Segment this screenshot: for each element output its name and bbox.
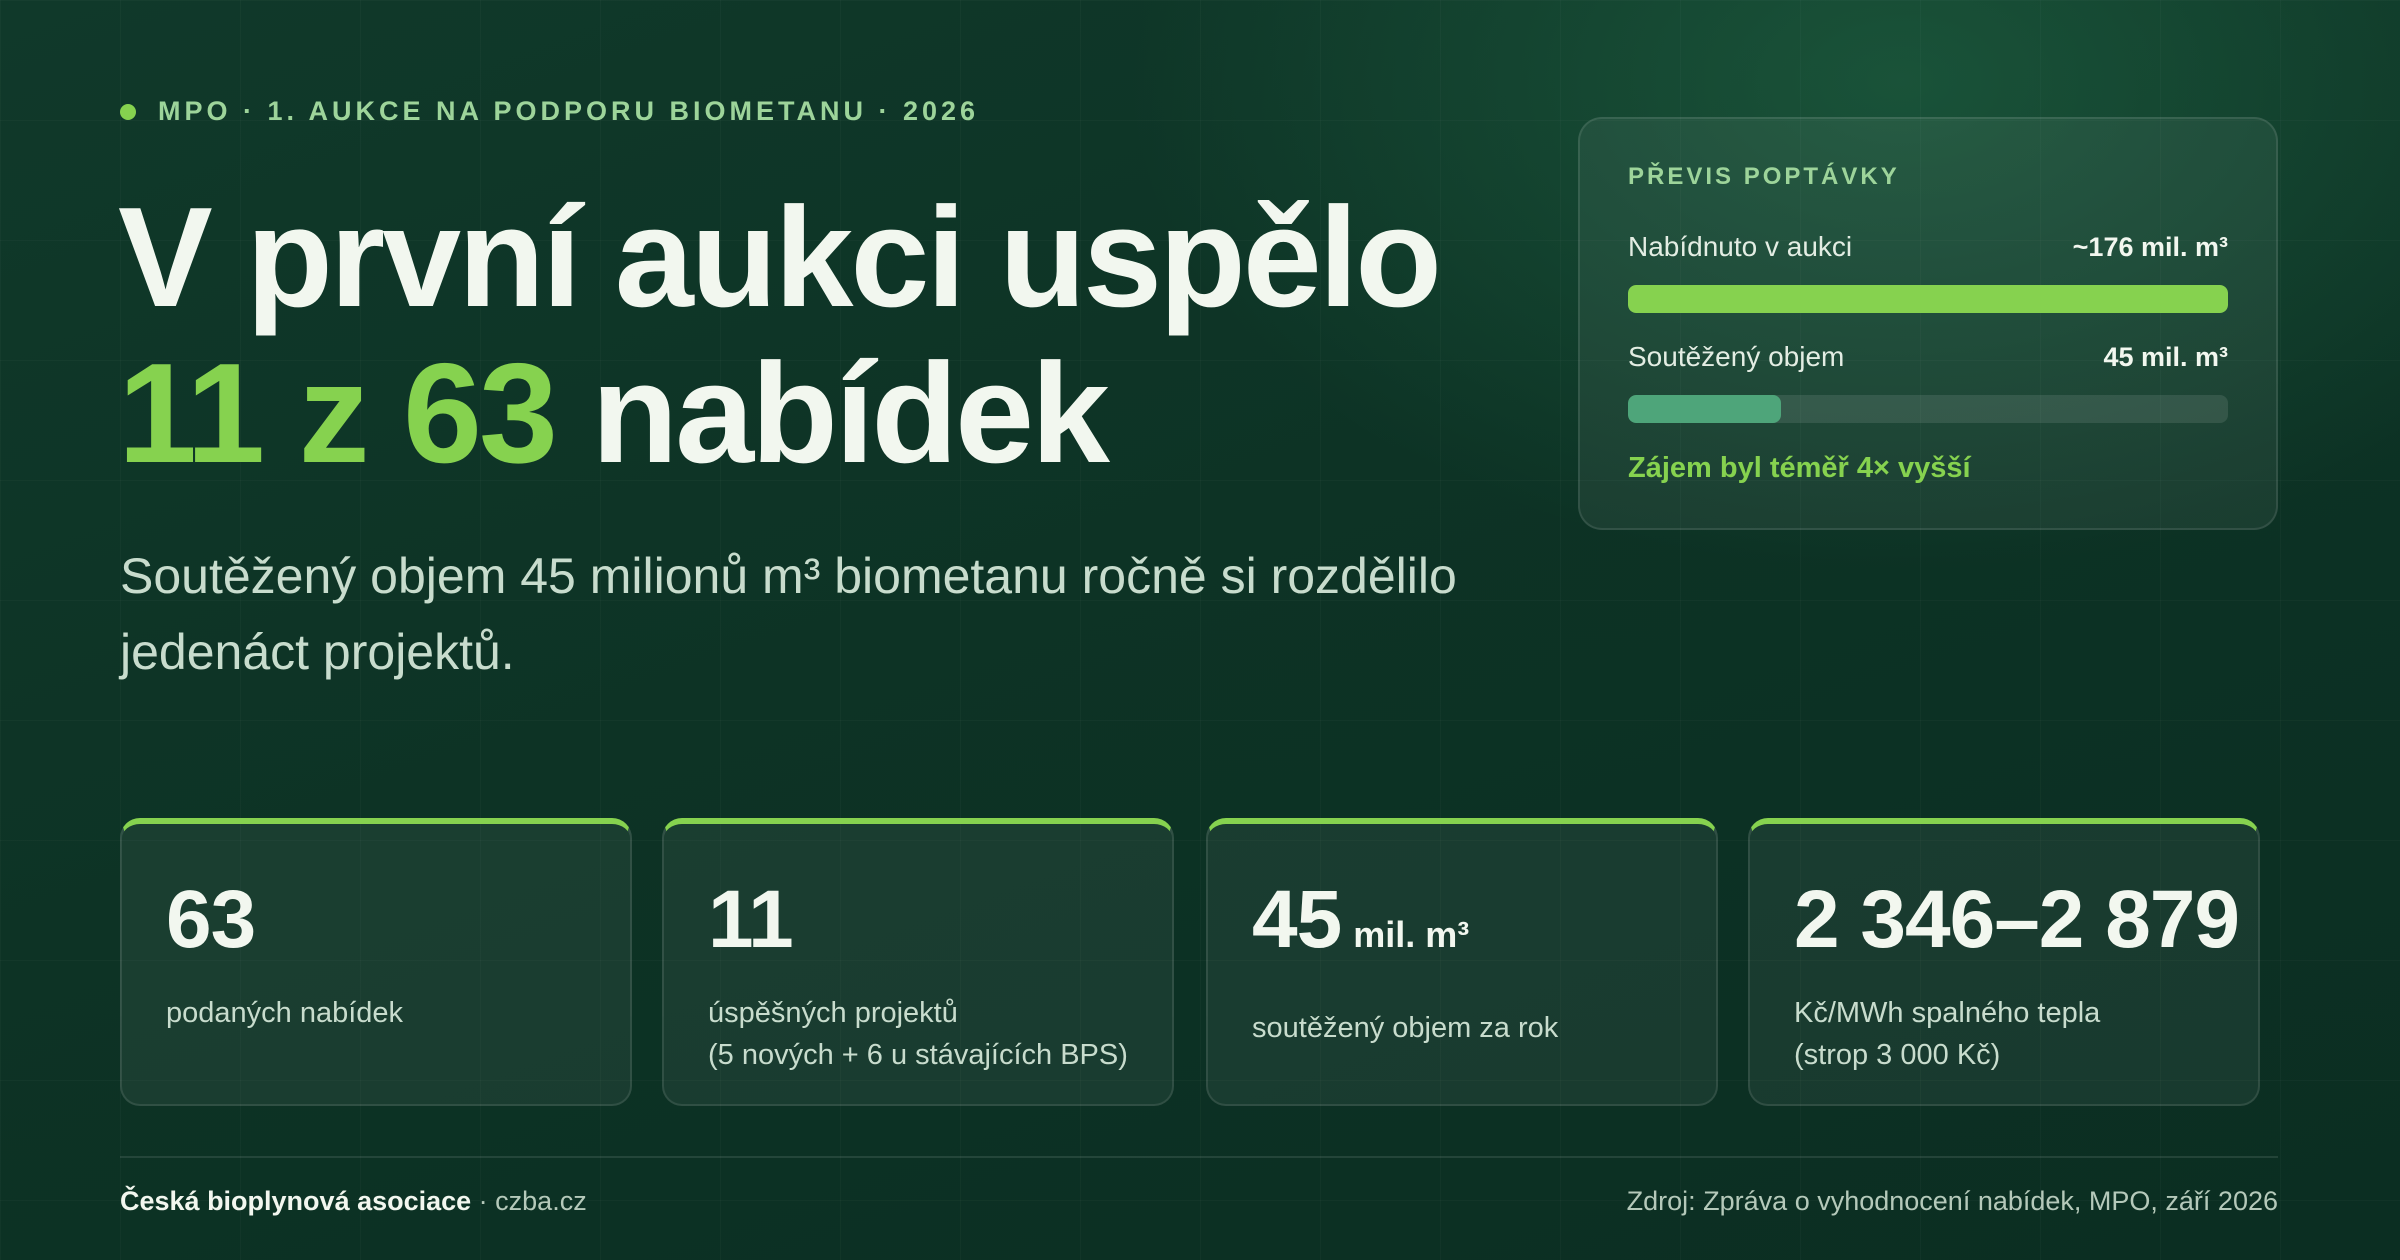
footer-site-link[interactable]: · czba.cz (471, 1186, 587, 1216)
headline-line-1: V první aukci uspělo (118, 178, 1442, 337)
stat-number-value: 63 (166, 874, 256, 965)
stat-description-line-2: (strop 3 000 Kč) (1794, 1039, 2001, 1071)
bar-offered: Nabídnuto v aukci ~176 mil. m³ (1628, 231, 2228, 313)
bar-tendered-head: Soutěžený objem 45 mil. m³ (1628, 341, 2228, 373)
stat-number-value: 11 (708, 874, 794, 965)
bar-offered-fill (1628, 285, 2228, 313)
stat-description: úspěšných projektů (5 nových + 6 u stávaj… (708, 992, 1128, 1076)
headline-accent: 11 z 63 (118, 334, 558, 493)
stat-number: 2 346–2 879 (1794, 874, 2240, 966)
stat-description: soutěžený objem za rok (1252, 1007, 1672, 1049)
stat-description-line-2: (5 nových + 6 u stávajících BPS) (708, 1039, 1128, 1071)
bar-tendered-track (1628, 395, 2228, 423)
headline: V první aukci uspělo 11 z 63 nabídek (118, 178, 1442, 492)
bar-tendered: Soutěžený objem 45 mil. m³ (1628, 341, 2228, 423)
demand-card-title: PŘEVIS POPTÁVKY (1628, 163, 1900, 190)
bar-offered-track (1628, 285, 2228, 313)
demand-card-note: Zájem byl téměř 4× vyšší (1628, 452, 1971, 484)
stat-description-line-1: soutěžený objem za rok (1252, 1012, 1559, 1044)
stat-card-projects: 11 úspěšných projektů (5 nových + 6 u stá… (662, 818, 1174, 1106)
stat-card-volume: 45 mil. m³ soutěžený objem za rok (1206, 818, 1718, 1106)
kicker-text: MPO · 1. AUKCE NA PODPORU BIOMETANU · 20… (158, 96, 980, 126)
footer-credit: Česká bioplynová asociace · czba.cz (120, 1186, 587, 1217)
headline-line-2: 11 z 63 nabídek (118, 336, 1439, 492)
stat-description-line-1: podaných nabídek (166, 997, 404, 1029)
stat-description: podaných nabídek (166, 992, 586, 1034)
stat-number-value: 2 346–2 879 (1794, 874, 2240, 965)
subtitle: Soutěžený objem 45 milionů m³ biometanu … (120, 548, 1457, 680)
stat-description: Kč/MWh spalného tepla (strop 3 000 Kč) (1794, 992, 2214, 1076)
footer-org: Česká bioplynová asociace (120, 1186, 472, 1216)
kicker: MPO · 1. AUKCE NA PODPORU BIOMETANU · 20… (120, 96, 979, 127)
stat-number: 11 (708, 874, 1128, 966)
bar-offered-label: Nabídnuto v aukci (1628, 231, 1853, 262)
headline-rest: nabídek (591, 334, 1110, 493)
bar-tendered-fill (1628, 395, 1782, 423)
stat-description-line-1: Kč/MWh spalného tepla (1794, 997, 2101, 1029)
bar-tendered-label: Soutěžený objem (1628, 341, 1845, 372)
kicker-dot-icon (120, 103, 136, 120)
footer-divider (120, 1156, 2278, 1158)
stats-row: 63 podaných nabídek 11 úspěšných projekt… (120, 818, 2278, 1106)
stat-number-value: 45 (1252, 874, 1342, 965)
demand-card: PŘEVIS POPTÁVKY Nabídnuto v aukci ~176 m… (1578, 117, 2278, 530)
stat-card-bids: 63 podaných nabídek (120, 818, 632, 1106)
bar-offered-head: Nabídnuto v aukci ~176 mil. m³ (1628, 231, 2228, 263)
stat-description-line-1: úspěšných projektů (708, 997, 958, 1029)
footer-source: Zdroj: Zpráva o vyhodnocení nabídek, MPO… (1626, 1186, 2278, 1216)
stat-card-price: 2 346–2 879 Kč/MWh spalného tepla (strop … (1748, 818, 2260, 1106)
stat-unit: mil. m³ (1353, 914, 1470, 955)
bar-tendered-value: 45 mil. m³ (2103, 342, 2228, 372)
bar-offered-value: ~176 mil. m³ (2072, 232, 2228, 262)
stat-number: 63 (166, 874, 586, 966)
stat-number: 45 mil. m³ (1252, 874, 1672, 981)
